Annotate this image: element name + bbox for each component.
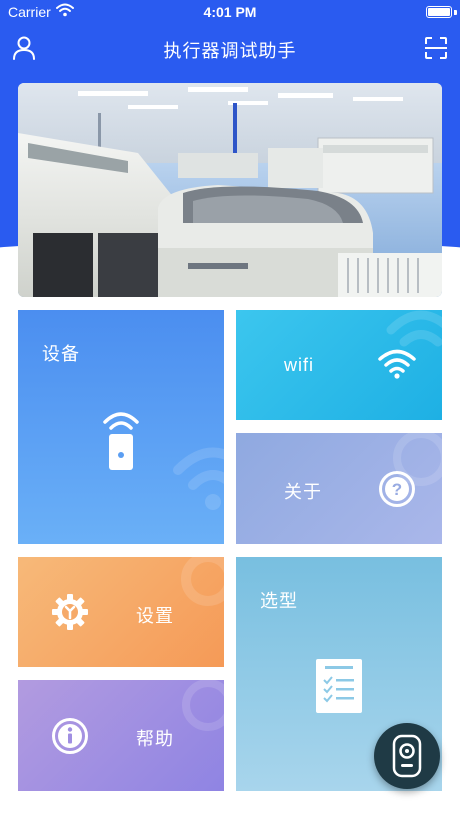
status-time: 4:01 PM [203, 4, 257, 20]
checklist-document-icon [316, 659, 362, 713]
wifi-tile-label: wifi [284, 355, 314, 375]
remote-fab-button[interactable] [374, 723, 440, 789]
about-tile-label: 关于 [284, 482, 322, 502]
battery-icon [426, 6, 452, 18]
navigation-bar: 执行器调试助手 [0, 28, 460, 68]
question-watermark-icon [393, 433, 442, 486]
selection-tile-label: 选型 [260, 591, 298, 611]
scan-icon[interactable] [422, 34, 450, 62]
device-tile-label: 设备 [42, 344, 80, 364]
gear-watermark-icon [181, 557, 224, 606]
gear-wrench-icon [52, 594, 88, 630]
help-tile-label: 帮助 [136, 729, 174, 749]
status-bar: Carrier 4:01 PM [0, 0, 460, 24]
about-tile[interactable]: 关于 ? [236, 433, 442, 544]
info-circle-icon [52, 718, 88, 754]
battery-cap [454, 10, 457, 15]
device-tile[interactable]: 设备 [18, 310, 224, 544]
wifi-watermark-icon [173, 447, 224, 510]
page-title: 执行器调试助手 [163, 41, 297, 61]
remote-control-icon [103, 412, 139, 470]
info-watermark-icon [182, 680, 224, 731]
wifi-watermark-icon [386, 310, 442, 347]
wifi-tile[interactable]: wifi [236, 310, 442, 420]
banner-image[interactable] [18, 83, 442, 297]
settings-tile-label: 设置 [136, 606, 174, 626]
remote-control-icon [392, 734, 422, 778]
help-tile[interactable]: 帮助 [18, 680, 224, 791]
factory-production-line-photo [18, 83, 442, 297]
settings-tile[interactable]: 设置 [18, 557, 224, 667]
